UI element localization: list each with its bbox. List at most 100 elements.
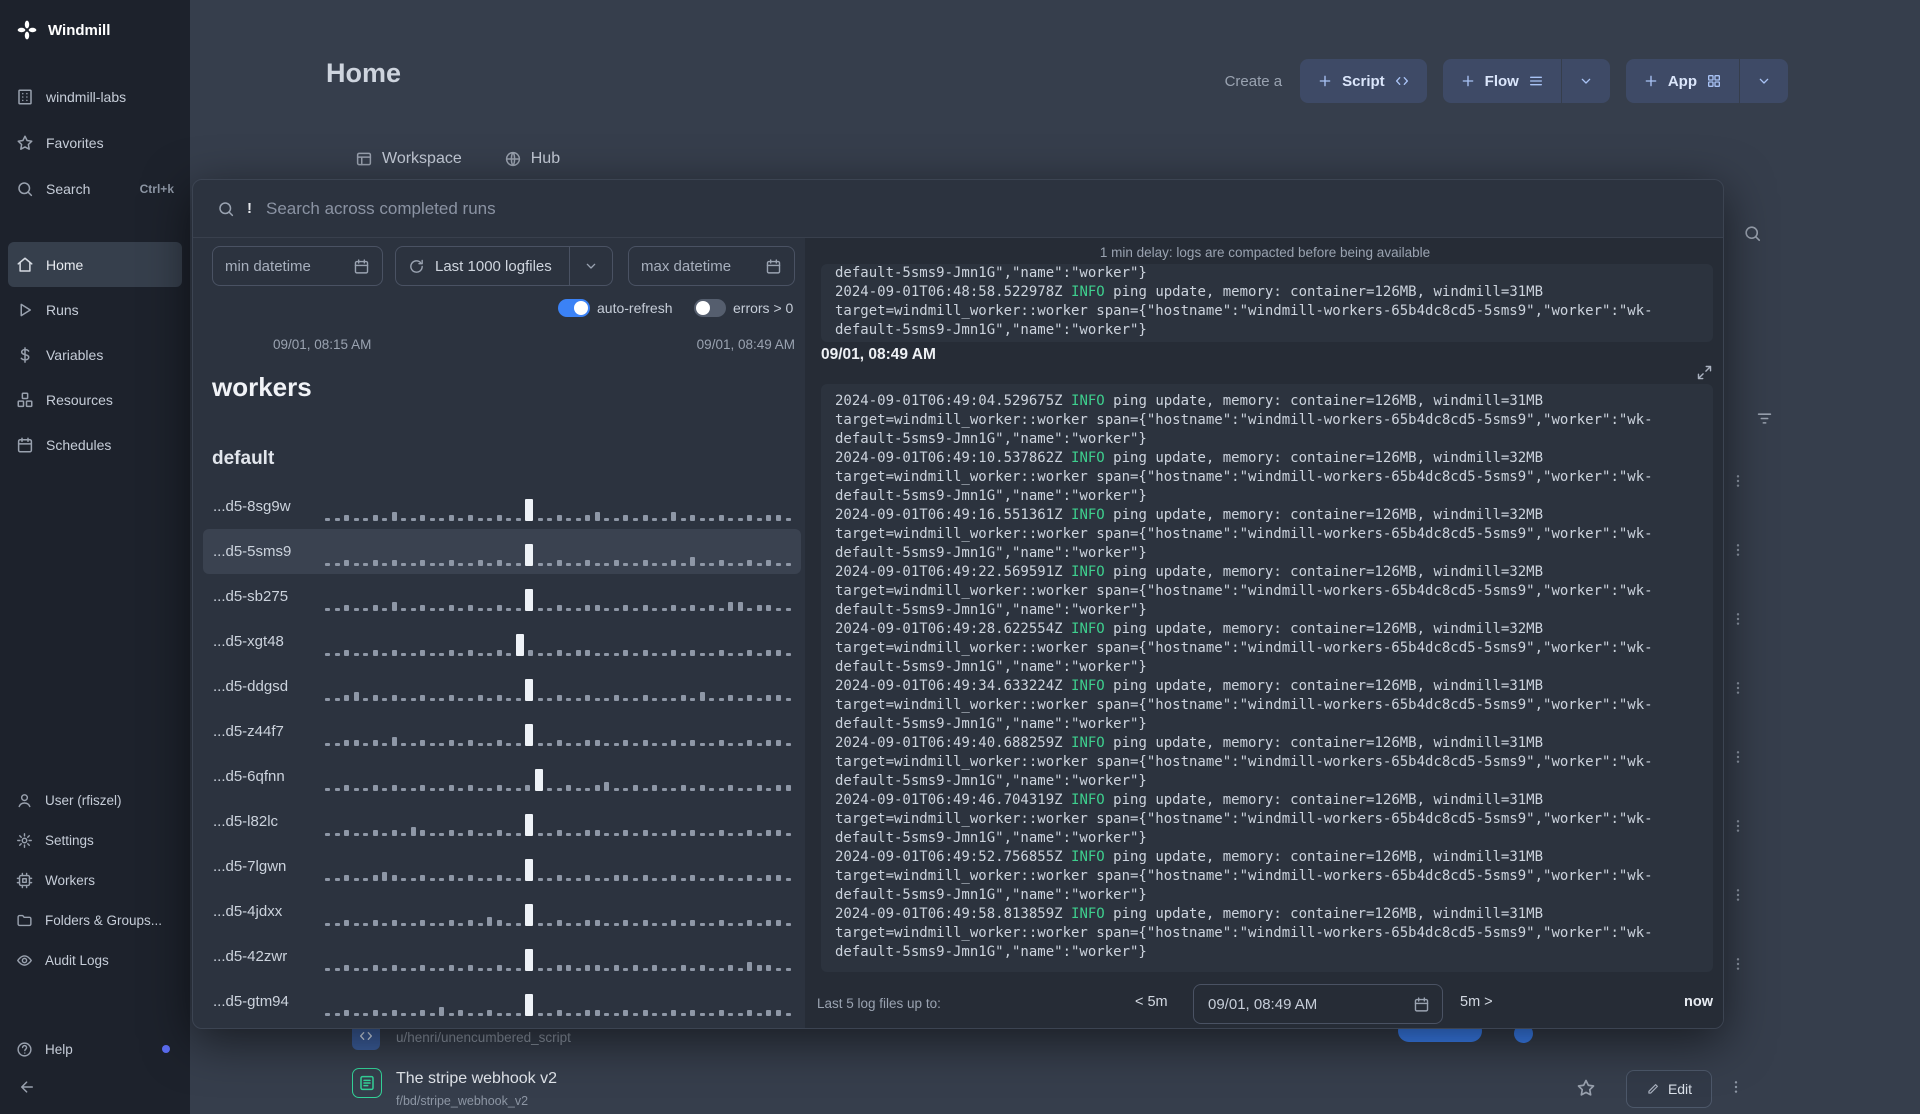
worker-row[interactable]: ...d5-ddgsd — [203, 664, 801, 709]
list-icon — [1528, 73, 1544, 89]
create-flow-button[interactable]: Flow — [1442, 59, 1561, 103]
sidebar-item-runs[interactable]: Runs — [0, 287, 190, 332]
sidebar-item-windmill-labs[interactable]: windmill-labs — [0, 74, 190, 120]
logfiles-dropdown[interactable] — [570, 258, 612, 274]
log-timestamp: 2024-09-01T06:49:16.551361Z — [835, 507, 1072, 523]
log-target-line: target=windmill_worker::worker span={"ho… — [835, 811, 1653, 846]
search-prefix: ! — [247, 200, 252, 217]
back-5m-button[interactable]: < 5m — [1135, 994, 1168, 1010]
worker-row[interactable]: ...d5-4jdxx — [203, 889, 801, 934]
sidebar-item-settings[interactable]: Settings — [0, 820, 190, 860]
sidebar-item-label: Workers — [45, 872, 96, 888]
row-menu-button[interactable] — [1730, 473, 1746, 491]
worker-row[interactable]: ...d5-gtm94 — [203, 979, 801, 1024]
now-button[interactable]: now — [1684, 994, 1713, 1010]
min-datetime-input[interactable]: min datetime — [212, 246, 383, 286]
create-flow-group: Flow — [1442, 59, 1610, 103]
create-app-dropdown[interactable] — [1740, 59, 1788, 103]
log-entry: 2024-09-01T06:49:58.813859Z INFO ping up… — [835, 905, 1699, 962]
table-filter-icon[interactable] — [1755, 409, 1774, 428]
create-button-label: App — [1667, 72, 1697, 90]
worker-activity-sparkline — [325, 993, 791, 1016]
worker-activity-sparkline — [325, 723, 791, 746]
sidebar-item-label: Variables — [46, 346, 104, 363]
home-icon — [16, 256, 34, 274]
sidebar-item-schedules[interactable]: Schedules — [0, 422, 190, 467]
log-target-line: target=windmill_worker::worker span={"ho… — [835, 526, 1653, 561]
worker-activity-sparkline — [325, 903, 791, 926]
sidebar-item-workers[interactable]: Workers — [0, 860, 190, 900]
sidebar-item-help[interactable]: Help — [0, 1029, 190, 1069]
log-timestamp: 2024-09-01T06:49:04.529675Z — [835, 393, 1072, 409]
sidebar-item-resources[interactable]: Resources — [0, 377, 190, 422]
favorite-star-icon[interactable] — [1576, 1078, 1596, 1098]
expand-log-icon[interactable] — [1696, 364, 1713, 381]
calendar-icon — [765, 258, 782, 275]
log-datetime-input[interactable] — [1193, 984, 1443, 1024]
tab-workspace[interactable]: Workspace — [355, 150, 462, 168]
worker-row[interactable]: ...d5-7lgwn — [203, 844, 801, 889]
sidebar-item-audit-logs[interactable]: Audit Logs — [0, 940, 190, 980]
create-script-button[interactable]: Script — [1300, 59, 1427, 103]
worker-activity-sparkline — [325, 813, 791, 836]
worker-name: ...d5-5sms9 — [213, 543, 292, 560]
log-level: INFO — [1071, 284, 1114, 300]
worker-row[interactable]: ...d5-42zwr — [203, 934, 801, 979]
create-flow-dropdown[interactable] — [1561, 59, 1610, 103]
runs-search-input[interactable] — [264, 197, 1699, 220]
row-menu-button[interactable] — [1730, 818, 1746, 836]
tab-hub[interactable]: Hub — [504, 150, 560, 168]
log-delay-notice: 1 min delay: logs are compacted before b… — [1099, 245, 1431, 260]
row-menu-button[interactable] — [1730, 887, 1746, 905]
sidebar-group-nav: Home Runs Variables Resources Schedules — [0, 242, 190, 467]
worker-row[interactable]: ...d5-xgt48 — [203, 619, 801, 664]
row-menu-icon[interactable] — [1728, 1078, 1744, 1096]
script-title[interactable]: The stripe webhook v2 — [396, 1070, 557, 1088]
log-timestamp: 2024-09-01T06:49:10.537862Z — [835, 450, 1072, 466]
sidebar-item-favorites[interactable]: Favorites — [0, 120, 190, 166]
row-menu-button[interactable] — [1730, 749, 1746, 767]
forward-5m-button[interactable]: 5m > — [1460, 994, 1493, 1010]
log-level: INFO — [1071, 507, 1114, 523]
logfiles-select[interactable]: Last 1000 logfiles — [395, 246, 613, 286]
row-menu-button[interactable] — [1730, 956, 1746, 974]
sidebar-item-folders-groups[interactable]: Folders & Groups... — [0, 900, 190, 940]
worker-activity-sparkline — [325, 588, 791, 611]
row-menu-button[interactable] — [1730, 611, 1746, 629]
table-search-icon[interactable] — [1743, 224, 1762, 243]
edit-button[interactable]: Edit — [1626, 1070, 1712, 1108]
sidebar-item-label: User (rfiszel) — [45, 792, 122, 808]
create-button-label: Script — [1342, 72, 1385, 90]
log-level: INFO — [1071, 564, 1114, 580]
row-menu-button[interactable] — [1730, 542, 1746, 560]
collapse-sidebar-button[interactable] — [0, 1067, 54, 1107]
worker-row[interactable]: ...d5-8sg9w — [203, 484, 801, 529]
row-menu-button[interactable] — [1730, 680, 1746, 698]
notification-dot — [162, 1045, 170, 1053]
log-datetime-value[interactable] — [1206, 994, 1380, 1014]
max-datetime-input[interactable]: max datetime — [628, 246, 795, 286]
auto-refresh-toggle[interactable] — [558, 299, 590, 317]
log-block-previous[interactable]: default-5sms9-Jmn1G","name":"worker"} 202… — [821, 264, 1713, 342]
create-app-button[interactable]: App — [1625, 59, 1739, 103]
worker-row[interactable]: ...d5-5sms9 — [203, 529, 801, 574]
sidebar-item-user-rfiszel[interactable]: User (rfiszel) — [0, 780, 190, 820]
log-message: ping update, memory: container=126MB, wi… — [1113, 849, 1544, 865]
arrow-left-icon — [18, 1078, 36, 1096]
script-path[interactable]: u/henri/unencumbered_script — [396, 1030, 571, 1045]
sidebar-item-home[interactable]: Home — [8, 242, 182, 287]
log-block-current[interactable]: 2024-09-01T06:49:04.529675Z INFO ping up… — [821, 384, 1713, 972]
app-logo[interactable]: Windmill — [0, 0, 190, 60]
sidebar-item-search[interactable]: Search Ctrl+k — [0, 166, 190, 212]
search-icon — [217, 200, 235, 218]
worker-row[interactable]: ...d5-sb275 — [203, 574, 801, 619]
errors-toggle[interactable] — [694, 299, 726, 317]
sidebar-group-bottom: User (rfiszel) Settings Workers Folders & G… — [0, 780, 190, 980]
log-entry: 2024-09-01T06:48:58.522978Z INFO ping up… — [835, 283, 1699, 340]
sidebar-item-variables[interactable]: Variables — [0, 332, 190, 377]
worker-row[interactable]: ...d5-6qfnn — [203, 754, 801, 799]
worker-row[interactable]: ...d5-l82lc — [203, 799, 801, 844]
workers-drawer: ! min datetime Last 1000 logfiles max da… — [192, 179, 1724, 1029]
worker-row[interactable]: ...d5-z44f7 — [203, 709, 801, 754]
log-target-line: target=windmill_worker::worker span={"ho… — [835, 469, 1653, 504]
